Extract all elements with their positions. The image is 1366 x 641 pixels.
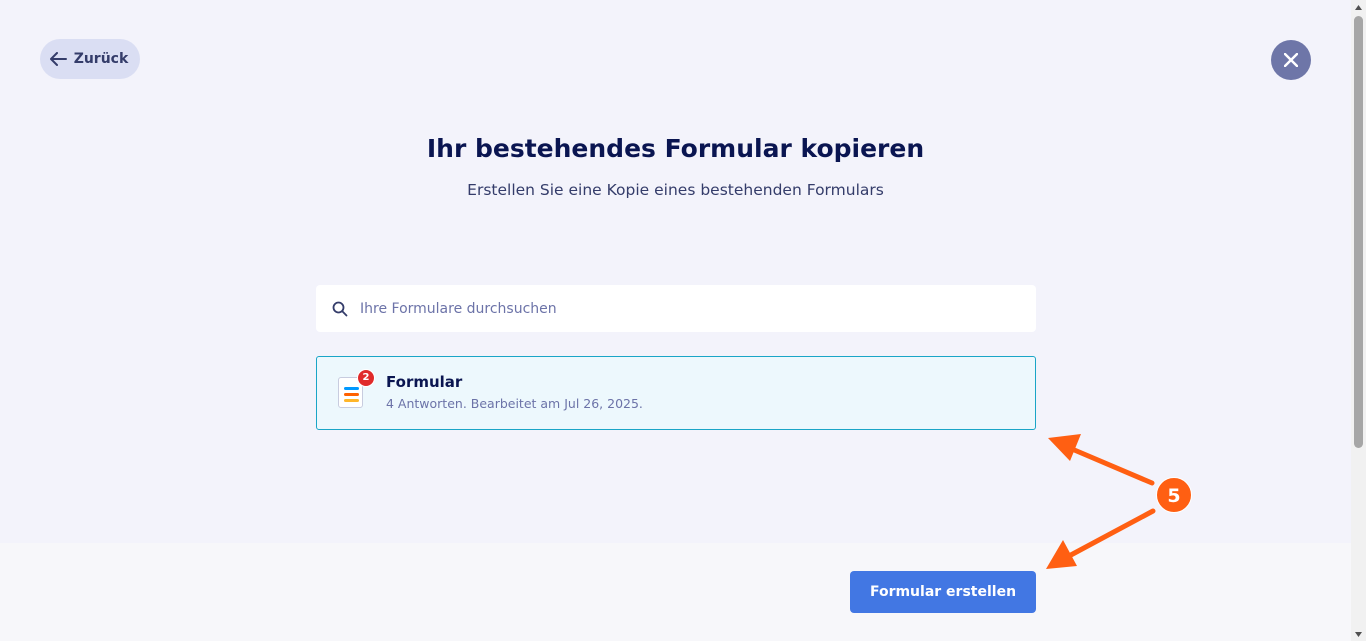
form-doc-icon: 2 (338, 369, 375, 409)
form-meta: 4 Antworten. Bearbeitet am Jul 26, 2025. (386, 396, 643, 411)
scrollbar[interactable] (1351, 0, 1366, 641)
step-number-badge: 5 (1156, 477, 1192, 513)
close-icon (1284, 53, 1298, 67)
create-form-button[interactable]: Formular erstellen (850, 571, 1036, 613)
form-doc-bar-yellow (344, 399, 359, 402)
page-subtitle: Erstellen Sie eine Kopie eines bestehend… (467, 181, 884, 199)
scrollbar-thumb[interactable] (1354, 16, 1363, 448)
scroll-up-icon[interactable] (1351, 0, 1366, 14)
form-list-item[interactable]: 2 Formular 4 Antworten. Bearbeitet am Ju… (316, 356, 1036, 430)
search-input[interactable] (358, 299, 1022, 318)
page-title: Ihr bestehendes Formular kopieren (426, 134, 925, 163)
form-doc-bar-orange (344, 393, 359, 396)
back-button-label: Zurück (73, 51, 129, 67)
footer-area (0, 543, 1351, 641)
search-icon (332, 301, 348, 316)
notification-badge: 2 (357, 369, 375, 387)
search-box[interactable] (316, 285, 1036, 332)
close-button[interactable] (1271, 40, 1311, 80)
form-doc-bar-blue (344, 387, 359, 390)
arrow-left-icon (49, 52, 67, 66)
scroll-down-icon[interactable] (1351, 627, 1366, 641)
main-area (0, 0, 1351, 543)
form-name: Formular (386, 373, 463, 391)
back-button[interactable]: Zurück (40, 39, 140, 79)
